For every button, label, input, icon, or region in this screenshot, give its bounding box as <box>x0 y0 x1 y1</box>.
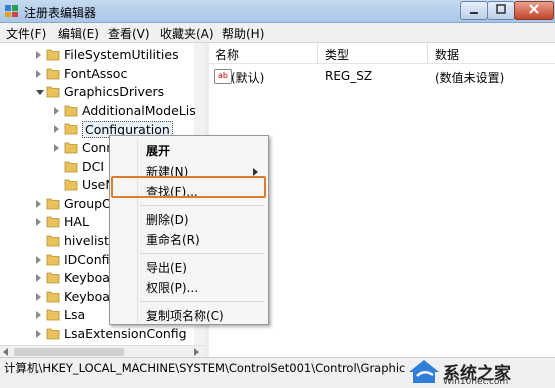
menu-file[interactable]: 文件(F) <box>6 25 46 42</box>
menu-separator <box>140 300 264 302</box>
minimize-icon <box>470 12 478 14</box>
column-header-data[interactable]: 数据 <box>435 46 459 63</box>
context-menu-item[interactable]: 导出(E) <box>146 259 187 276</box>
tree-item-label: hivelist <box>64 233 109 248</box>
folder-icon <box>46 328 60 340</box>
folder-icon <box>46 198 60 210</box>
folder-icon <box>46 86 60 98</box>
column-header-type[interactable]: 类型 <box>325 46 349 63</box>
tree-item-label: FontAssoc <box>64 65 128 81</box>
watermark: 系统之家 Win10net.com <box>405 356 555 387</box>
folder-icon <box>46 49 60 61</box>
expand-right-icon[interactable] <box>36 274 41 283</box>
tree-item[interactable]: GraphicsDrivers <box>0 83 192 101</box>
folder-icon <box>46 68 60 79</box>
expand-right-icon[interactable] <box>36 292 41 301</box>
tree-item[interactable]: LsaExtensionConfig <box>0 325 192 343</box>
close-icon <box>529 4 539 14</box>
watermark-url: Win10net.com <box>443 377 509 387</box>
context-menu-item[interactable]: 重命名(R) <box>146 231 200 248</box>
tree-item-label: Keyboar <box>64 288 116 304</box>
menu-bar: 文件(F) 编辑(E) 查看(V) 收藏夹(A) 帮助(H) <box>0 23 555 43</box>
folder-icon <box>64 123 78 135</box>
menu-separator <box>140 204 264 206</box>
expand-right-icon[interactable] <box>36 255 41 264</box>
menu-view[interactable]: 查看(V) <box>108 25 150 42</box>
window-title: 注册表编辑器 <box>24 6 97 20</box>
tree-item-label: Lsa <box>64 307 86 323</box>
menu-separator <box>140 252 264 254</box>
expand-right-icon[interactable] <box>36 51 41 59</box>
string-value-icon: ab <box>214 69 232 84</box>
folder-icon <box>64 105 78 117</box>
folder-icon <box>46 235 60 247</box>
value-name: (默认) <box>231 71 265 85</box>
menu-edit[interactable]: 编辑(E) <box>58 25 99 42</box>
scroll-right-icon[interactable] <box>194 348 199 356</box>
maximize-icon <box>496 4 506 14</box>
column-divider[interactable] <box>427 43 428 63</box>
tree-item-label: HAL <box>64 214 89 230</box>
column-divider[interactable] <box>317 43 318 63</box>
folder-icon <box>46 216 60 228</box>
minimize-button[interactable] <box>460 1 488 20</box>
folder-icon <box>46 309 60 321</box>
scroll-thumb[interactable] <box>14 348 124 356</box>
menu-favorites[interactable]: 收藏夹(A) <box>160 25 214 42</box>
expand-right-icon[interactable] <box>54 144 59 152</box>
registry-editor-icon <box>5 5 18 17</box>
context-menu-item[interactable]: 复制项名称(C) <box>146 307 224 324</box>
context-menu: 展开 新建(N) 查找(F)... 删除(D) 重命名(R) 导出(E) 权限(P)... 复… <box>109 135 269 325</box>
folder-icon <box>64 142 78 154</box>
folder-icon <box>64 179 78 191</box>
expand-down-icon[interactable] <box>36 90 44 96</box>
tree-item[interactable]: AdditionalModeLis <box>0 102 196 120</box>
value-data: (数值未设置) <box>435 71 505 85</box>
expand-right-icon[interactable] <box>36 69 41 78</box>
folder-icon <box>46 291 60 303</box>
tree-item[interactable]: FontAssoc <box>0 65 192 83</box>
find-highlight-box <box>111 176 266 198</box>
expand-right-icon[interactable] <box>36 330 41 338</box>
expand-right-icon[interactable] <box>54 106 59 115</box>
context-menu-item[interactable]: 展开 <box>146 142 170 159</box>
expand-right-icon[interactable] <box>36 218 41 227</box>
header-divider <box>209 63 555 64</box>
scroll-left-icon[interactable] <box>3 348 8 356</box>
tree-item-label: Keyboar <box>64 270 116 286</box>
value-type: REG_SZ <box>325 69 373 83</box>
context-menu-item[interactable]: 权限(P)... <box>146 279 198 296</box>
tree-item[interactable]: FileSystemUtilities <box>0 46 192 64</box>
expand-right-icon[interactable] <box>36 199 41 208</box>
column-header-name[interactable]: 名称 <box>215 46 239 63</box>
tree-item-label: GraphicsDrivers <box>64 84 165 100</box>
folder-icon <box>46 272 60 284</box>
submenu-arrow-icon <box>253 167 258 176</box>
status-path: 计算机\HKEY_LOCAL_MACHINE\SYSTEM\ControlSet… <box>4 361 406 375</box>
tree-item-label: DCI <box>82 158 105 174</box>
expand-right-icon[interactable] <box>36 311 41 320</box>
folder-icon <box>46 254 60 265</box>
menu-gutter <box>137 138 138 322</box>
tree-item-label: AdditionalModeLis <box>82 102 196 118</box>
house-logo-icon <box>409 360 439 383</box>
title-bar: 注册表编辑器 <box>0 0 555 23</box>
folder-icon <box>64 161 78 172</box>
context-menu-item[interactable]: 删除(D) <box>146 211 189 228</box>
menu-help[interactable]: 帮助(H) <box>222 25 264 42</box>
tree-item-label: LsaExtensionConfig <box>64 326 187 341</box>
tree-item-label: FileSystemUtilities <box>64 47 179 62</box>
maximize-button[interactable] <box>487 1 515 20</box>
expand-right-icon[interactable] <box>54 125 59 134</box>
close-button[interactable] <box>514 1 554 20</box>
